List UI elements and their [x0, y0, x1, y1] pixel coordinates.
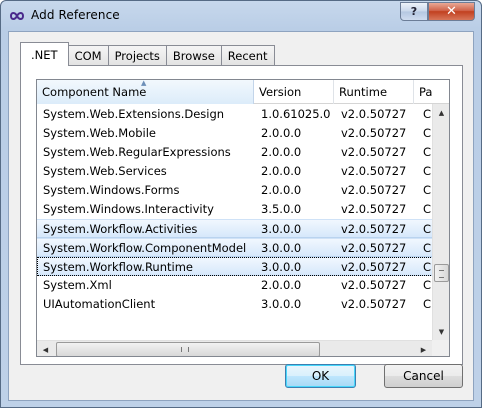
- tab-dotnet[interactable]: .NET: [20, 42, 69, 66]
- column-header-label: Pa: [419, 85, 433, 99]
- visual-studio-icon: [9, 12, 25, 20]
- add-reference-dialog: Add Reference ? ✕ .NET COM Projects Brow…: [0, 0, 482, 408]
- list-item[interactable]: System.Workflow.ComponentModel 3.0.0.0 v2.…: [37, 238, 433, 257]
- column-header-label: Runtime: [339, 85, 388, 99]
- scrollbar-corner: [432, 340, 449, 356]
- version-cell: 1.0.61025.0: [261, 107, 331, 121]
- list-item[interactable]: System.Web.Extensions.Design 1.0.61025.0 v…: [37, 105, 433, 124]
- list-item[interactable]: System.Workflow.Activities 3.0.0.0 v2.0.50…: [37, 219, 433, 238]
- component-name-cell: System.Web.Extensions.Design: [43, 107, 225, 121]
- list-item[interactable]: System.Windows.Forms 2.0.0.0 v2.0.50727 C: [37, 181, 433, 200]
- vertical-scroll-thumb[interactable]: [434, 264, 449, 282]
- window-title: Add Reference: [31, 8, 120, 22]
- runtime-cell: v2.0.50727: [341, 278, 407, 292]
- sort-ascending-icon: ▲: [141, 80, 147, 87]
- version-cell: 2.0.0.0: [261, 278, 302, 292]
- runtime-cell: v2.0.50727: [341, 164, 407, 178]
- version-cell: 2.0.0.0: [261, 145, 302, 159]
- version-cell: 2.0.0.0: [261, 183, 302, 197]
- runtime-cell: v2.0.50727: [341, 107, 407, 121]
- scroll-down-icon[interactable]: ▼: [433, 323, 449, 340]
- runtime-cell: v2.0.50727: [341, 145, 407, 159]
- component-name-cell: System.Windows.Forms: [43, 183, 180, 197]
- close-button[interactable]: ✕: [428, 2, 475, 21]
- horizontal-scroll-thumb[interactable]: [56, 342, 320, 356]
- list-item[interactable]: System.Web.RegularExpressions 2.0.0.0 v2.0…: [37, 143, 433, 162]
- tab-panel: Component Name ▲ Version Runtime Pa Syst…: [20, 65, 463, 365]
- list-item[interactable]: System.Web.Mobile 2.0.0.0 v2.0.50727 C: [37, 124, 433, 143]
- tab-recent[interactable]: Recent: [220, 45, 275, 66]
- runtime-cell: v2.0.50727: [341, 222, 407, 236]
- runtime-cell: v2.0.50727: [341, 183, 407, 197]
- version-cell: 3.5.0.0: [261, 202, 302, 216]
- tab-browse[interactable]: Browse: [165, 45, 222, 66]
- component-name-cell: System.Workflow.Runtime: [43, 260, 193, 274]
- version-cell: 2.0.0.0: [261, 126, 302, 140]
- list-rows: System.Web.Extensions.Design 1.0.61025.0 v…: [37, 105, 433, 314]
- runtime-cell: v2.0.50727: [341, 202, 407, 216]
- component-name-cell: System.Workflow.ComponentModel: [43, 241, 247, 255]
- scroll-up-icon[interactable]: ▲: [433, 104, 449, 121]
- runtime-cell: v2.0.50727: [341, 241, 407, 255]
- list-item[interactable]: System.Web.Services 2.0.0.0 v2.0.50727 C: [37, 162, 433, 181]
- vertical-scrollbar[interactable]: ▲ ▼: [432, 104, 449, 340]
- runtime-cell: v2.0.50727: [341, 260, 407, 274]
- tab-strip: .NET COM Projects Browse Recent: [20, 42, 275, 66]
- title-bar[interactable]: Add Reference ? ✕: [1, 1, 481, 31]
- column-header-runtime[interactable]: Runtime: [334, 80, 414, 104]
- component-name-cell: System.Web.Services: [43, 164, 167, 178]
- component-name-cell: System.Windows.Interactivity: [43, 202, 214, 216]
- version-cell: 3.0.0.0: [261, 241, 302, 255]
- horizontal-scrollbar[interactable]: ◀ ▶: [37, 340, 432, 356]
- dialog-body: .NET COM Projects Browse Recent Componen…: [8, 31, 474, 401]
- component-name-cell: System.Workflow.Activities: [43, 222, 198, 236]
- version-cell: 3.0.0.0: [261, 297, 302, 311]
- component-name-cell: System.Web.Mobile: [43, 126, 156, 140]
- runtime-cell: v2.0.50727: [341, 126, 407, 140]
- component-name-cell: UIAutomationClient: [43, 297, 156, 311]
- list-item[interactable]: System.Workflow.Runtime 3.0.0.0 v2.0.50727…: [37, 257, 433, 276]
- help-button[interactable]: ?: [400, 2, 428, 21]
- tab-projects[interactable]: Projects: [107, 45, 167, 66]
- version-cell: 3.0.0.0: [261, 222, 302, 236]
- scroll-right-icon[interactable]: ▶: [415, 341, 432, 356]
- column-header-version[interactable]: Version: [254, 80, 334, 104]
- component-list[interactable]: Component Name ▲ Version Runtime Pa Syst…: [36, 79, 450, 357]
- column-header-path[interactable]: Pa: [414, 80, 449, 104]
- component-name-cell: System.Web.RegularExpressions: [43, 145, 231, 159]
- list-item[interactable]: System.Windows.Interactivity 3.5.0.0 v2.0.…: [37, 200, 433, 219]
- runtime-cell: v2.0.50727: [341, 297, 407, 311]
- list-header: Component Name ▲ Version Runtime Pa: [37, 80, 449, 104]
- ok-button[interactable]: OK: [285, 364, 356, 388]
- version-cell: 3.0.0.0: [261, 260, 302, 274]
- list-item[interactable]: UIAutomationClient 3.0.0.0 v2.0.50727 C: [37, 295, 433, 314]
- column-header-label: Version: [259, 85, 302, 99]
- column-header-label: Component Name: [42, 85, 147, 99]
- cancel-button[interactable]: Cancel: [384, 364, 463, 388]
- list-item[interactable]: System.Xml 2.0.0.0 v2.0.50727 C: [37, 276, 433, 295]
- scroll-left-icon[interactable]: ◀: [37, 341, 54, 356]
- component-name-cell: System.Xml: [43, 278, 112, 292]
- column-header-component-name[interactable]: Component Name ▲: [37, 80, 254, 104]
- tab-com[interactable]: COM: [67, 45, 109, 66]
- version-cell: 2.0.0.0: [261, 164, 302, 178]
